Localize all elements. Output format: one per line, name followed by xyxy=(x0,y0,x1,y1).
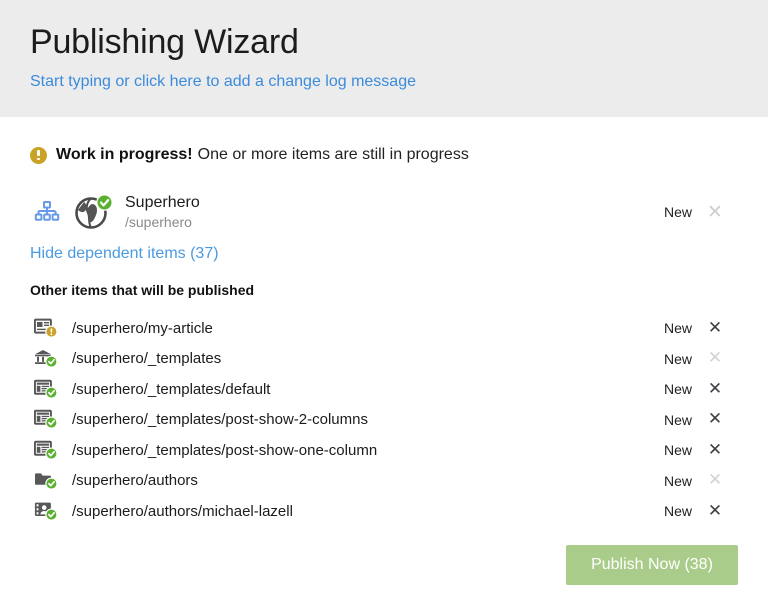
template-icon xyxy=(34,409,68,430)
dependent-item-remove-icon[interactable]: ✕ xyxy=(692,502,738,520)
dependent-items-list: /superhero/my-article New ✕ /superhero/_… xyxy=(34,313,738,527)
page-title: Publishing Wizard xyxy=(30,23,299,61)
table-row: /superhero/authors/michael-lazell New ✕ xyxy=(34,496,738,527)
root-item-status: New xyxy=(663,204,692,220)
root-item-name: Superhero xyxy=(125,194,200,211)
dependent-item-path: /superhero/my-article xyxy=(72,319,213,337)
toggle-dependents-container: Hide dependent items (37) xyxy=(30,244,738,281)
warning-badge-icon xyxy=(30,146,47,164)
contact-card-icon xyxy=(34,501,68,522)
dependent-item-path: /superhero/_templates xyxy=(72,350,222,368)
table-row: /superhero/_templates New ✕ xyxy=(34,344,738,375)
root-item-labels: Superhero /superhero xyxy=(125,193,628,231)
root-item-path: /superhero xyxy=(125,214,192,230)
dependent-item-status: New xyxy=(663,350,692,367)
wizard-header: Publishing Wizard Start typing or click … xyxy=(0,0,768,117)
root-item-row: Superhero /superhero New ✕ xyxy=(30,189,738,235)
globe-published-icon xyxy=(72,192,116,232)
dependent-item-remove-icon: ✕ xyxy=(707,470,723,491)
wizard-body: Work in progress! One or more items are … xyxy=(0,117,768,527)
warning-message: One or more items are still in progress xyxy=(197,146,469,163)
folder-icon xyxy=(34,470,68,491)
template-icon xyxy=(34,440,68,461)
dependent-item-remove-icon[interactable]: ✕ xyxy=(692,319,738,337)
dependent-item-status: New xyxy=(663,442,692,459)
hide-dependent-items-link[interactable]: Hide dependent items (37) xyxy=(30,244,219,264)
dependent-item-path: /superhero/authors xyxy=(72,472,198,490)
dependent-item-path: /superhero/_templates/default xyxy=(72,380,271,398)
root-item-remove-icon: ✕ xyxy=(707,200,723,223)
dependent-item-path: /superhero/_templates/post-show-one-colu… xyxy=(72,441,378,459)
dependent-item-status: New xyxy=(663,320,692,337)
table-row: /superhero/_templates/post-show-one-colu… xyxy=(34,435,738,466)
table-row: /superhero/authors New ✕ xyxy=(34,466,738,497)
wizard-footer: Publish Now (38) xyxy=(0,545,768,609)
table-row: /superhero/_templates/default New ✕ xyxy=(34,374,738,405)
page-icon xyxy=(34,318,68,339)
dependent-item-status: New xyxy=(663,411,692,428)
publish-now-button[interactable]: Publish Now (38) xyxy=(566,545,738,585)
sitemap-icon xyxy=(30,199,64,225)
dependent-item-remove-icon: ✕ xyxy=(707,348,723,369)
dependent-item-status: New xyxy=(663,381,692,398)
dependent-item-remove-icon[interactable]: ✕ xyxy=(692,411,738,428)
dependent-item-status: New xyxy=(663,503,692,520)
bank-icon xyxy=(34,348,68,369)
table-row: /superhero/_templates/post-show-2-column… xyxy=(34,405,738,436)
dependent-item-path: /superhero/authors/michael-lazell xyxy=(72,502,293,520)
template-icon xyxy=(34,379,68,400)
dependent-item-path: /superhero/_templates/post-show-2-column… xyxy=(72,411,368,429)
changelog-message-link[interactable]: Start typing or click here to add a chan… xyxy=(30,72,416,92)
dependents-section-title: Other items that will be published xyxy=(30,282,255,298)
dependent-item-status: New xyxy=(663,472,692,489)
dependent-item-remove-icon[interactable]: ✕ xyxy=(692,441,738,459)
dependent-item-remove-icon[interactable]: ✕ xyxy=(692,380,738,398)
table-row: /superhero/my-article New ✕ xyxy=(34,313,738,344)
warning-title: Work in progress! xyxy=(56,146,193,163)
work-in-progress-banner: Work in progress! One or more items are … xyxy=(30,145,738,165)
